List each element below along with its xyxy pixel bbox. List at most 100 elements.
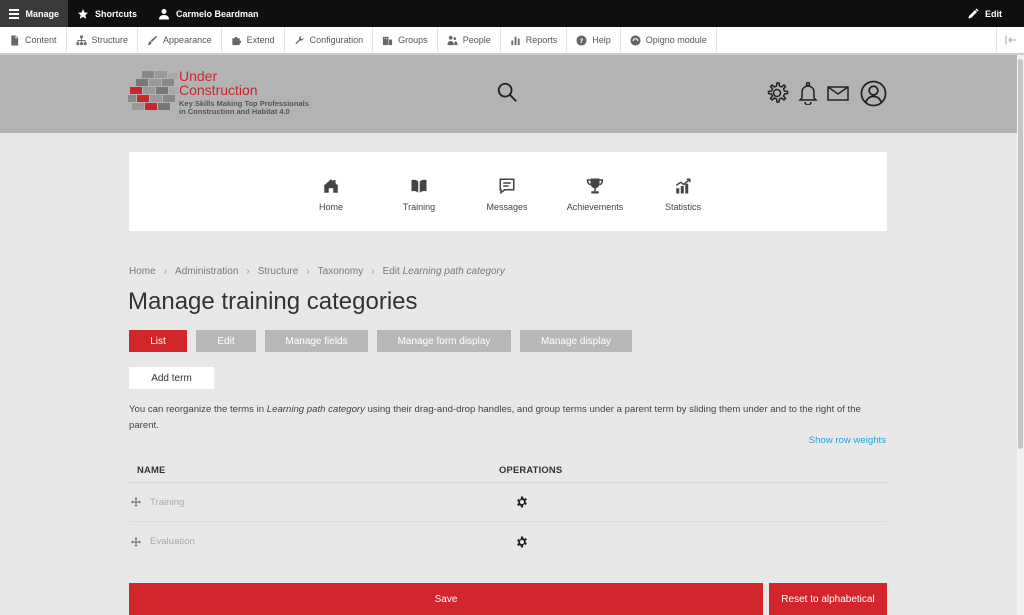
- menu-item-groups[interactable]: Groups: [373, 26, 438, 54]
- hamburger-icon: [9, 8, 20, 19]
- home-icon: [324, 179, 338, 193]
- reports-icon: [511, 36, 520, 45]
- menu-item-label: Configuration: [309, 35, 364, 45]
- edit-button[interactable]: Edit: [958, 0, 1024, 27]
- breadcrumb-edit-prefix: Edit: [382, 266, 400, 277]
- trophy-icon: [586, 178, 604, 194]
- bell-icon[interactable]: [797, 81, 819, 105]
- nav-item-training[interactable]: Training: [379, 177, 459, 212]
- drag-handle-icon[interactable]: [131, 536, 141, 547]
- table-header: NAME OPERATIONS: [129, 456, 887, 483]
- tray-orientation-toggle[interactable]: [996, 26, 1024, 54]
- term-cell: Evaluation: [129, 536, 507, 547]
- tab-manage-display[interactable]: Manage display: [520, 330, 632, 352]
- breadcrumb-edit-vocabulary[interactable]: Edit Learning path category: [383, 266, 505, 277]
- book-icon: [411, 179, 427, 193]
- nav-item-statistics[interactable]: Statistics: [643, 177, 723, 212]
- nav-item-label: Statistics: [664, 202, 701, 212]
- manage-label: Manage: [25, 8, 59, 19]
- gear-icon[interactable]: [765, 81, 789, 105]
- terms-table: NAME OPERATIONS Training Evaluation: [129, 456, 887, 561]
- shortcuts-button[interactable]: Shortcuts: [68, 0, 146, 27]
- logo-subtitle-line-2: in Construction and Habitat 4.0: [179, 107, 290, 116]
- menu-item-reports[interactable]: Reports: [501, 26, 568, 54]
- menu-item-label: Extend: [246, 35, 275, 45]
- nav-item-label: Achievements: [566, 202, 624, 212]
- nav-item-messages[interactable]: Messages: [467, 177, 547, 212]
- menu-item-label: Appearance: [163, 35, 212, 45]
- menu-item-people[interactable]: People: [438, 26, 501, 54]
- admin-toolbar: Manage Shortcuts Carmelo Beardman Edit: [0, 0, 1024, 27]
- nav-item-label: Home: [318, 202, 343, 212]
- people-icon: [447, 35, 458, 45]
- menu-item-opigno-module[interactable]: Opigno module: [621, 26, 717, 54]
- term-name[interactable]: Evaluation: [150, 536, 195, 547]
- logo-title: Under Construction: [179, 69, 258, 97]
- shortcuts-label: Shortcuts: [95, 8, 138, 19]
- tab-manage-form-display[interactable]: Manage form display: [377, 330, 511, 352]
- scrollbar-thumb[interactable]: [1018, 59, 1023, 449]
- help-text: You can reorganize the terms in Learning…: [129, 402, 889, 434]
- tab-manage-fields[interactable]: Manage fields: [265, 330, 368, 352]
- breadcrumb-vocabulary-name: Learning path category: [402, 266, 505, 277]
- save-button[interactable]: Save: [129, 583, 763, 615]
- puzzle-icon: [231, 36, 241, 45]
- menu-item-appearance[interactable]: Appearance: [138, 26, 222, 54]
- term-name[interactable]: Training: [150, 497, 184, 508]
- site-logo[interactable]: Under Construction Key Skills Making Top…: [128, 69, 318, 121]
- menu-item-content[interactable]: Content: [0, 26, 67, 54]
- menu-item-structure[interactable]: Structure: [67, 26, 139, 54]
- user-button[interactable]: Carmelo Beardman: [146, 0, 268, 27]
- tab-edit[interactable]: Edit: [196, 330, 256, 352]
- admin-menu-tray: Content Structure Appearance Extend Conf…: [0, 26, 1024, 54]
- menu-item-extend[interactable]: Extend: [222, 26, 285, 54]
- nav-item-label: Training: [402, 202, 436, 212]
- main-navigation: Home Training Messages Achievements Stat…: [129, 152, 887, 231]
- breadcrumb-separator: ›: [246, 266, 250, 277]
- menu-item-label: Content: [25, 35, 57, 45]
- menu-item-label: Opigno module: [645, 35, 707, 45]
- breadcrumb-administration[interactable]: Administration: [175, 266, 238, 277]
- menu-item-label: Structure: [91, 35, 129, 45]
- mail-icon[interactable]: [827, 86, 849, 101]
- brush-icon: [147, 35, 158, 45]
- breadcrumb-structure[interactable]: Structure: [258, 266, 299, 277]
- add-term-button[interactable]: Add term: [129, 367, 214, 389]
- menu-item-help[interactable]: ? Help: [567, 26, 621, 54]
- breadcrumb-separator: ›: [163, 266, 168, 277]
- breadcrumb-home[interactable]: Home: [129, 266, 156, 277]
- breadcrumb: Home › Administration › Structure › Taxo…: [129, 266, 505, 277]
- pencil-icon: [968, 8, 979, 18]
- show-row-weights-link[interactable]: Show row weights: [809, 435, 886, 446]
- wrench-icon: [295, 35, 304, 44]
- breadcrumb-separator: ›: [371, 266, 375, 277]
- help-text-before: You can reorganize the terms in: [129, 404, 267, 415]
- avatar-icon[interactable]: [860, 80, 887, 107]
- nav-item-achievements[interactable]: Achievements: [555, 177, 635, 212]
- reset-alphabetical-button[interactable]: Reset to alphabetical: [769, 583, 887, 615]
- search-icon[interactable]: [496, 81, 518, 103]
- operations-gear-icon[interactable]: [516, 496, 528, 508]
- menu-item-label: People: [462, 35, 491, 45]
- manage-button[interactable]: Manage: [0, 0, 68, 27]
- site-header: Under Construction Key Skills Making Top…: [0, 55, 1024, 133]
- page-scrollbar[interactable]: [1017, 55, 1024, 615]
- logo-title-line-2: Construction: [179, 82, 258, 98]
- breadcrumb-taxonomy[interactable]: Taxonomy: [318, 266, 364, 277]
- table-row: Training: [129, 483, 887, 522]
- message-icon: [499, 178, 515, 195]
- breadcrumb-separator: ›: [306, 266, 310, 277]
- groups-icon: [383, 36, 393, 45]
- logo-subtitle: Key Skills Making Top Professionals in C…: [179, 100, 309, 116]
- nav-item-home[interactable]: Home: [291, 177, 371, 212]
- column-header-operations: OPERATIONS: [499, 463, 563, 475]
- primary-tabs: List Edit Manage fields Manage form disp…: [129, 330, 632, 352]
- tab-list[interactable]: List: [129, 330, 187, 352]
- opigno-icon: [630, 34, 641, 46]
- page-title: Manage training categories: [128, 288, 418, 315]
- svg-text:?: ?: [580, 36, 584, 44]
- term-cell: Training: [129, 497, 507, 508]
- drag-handle-icon[interactable]: [131, 497, 141, 507]
- operations-gear-icon[interactable]: [516, 536, 528, 548]
- menu-item-configuration[interactable]: Configuration: [285, 26, 374, 54]
